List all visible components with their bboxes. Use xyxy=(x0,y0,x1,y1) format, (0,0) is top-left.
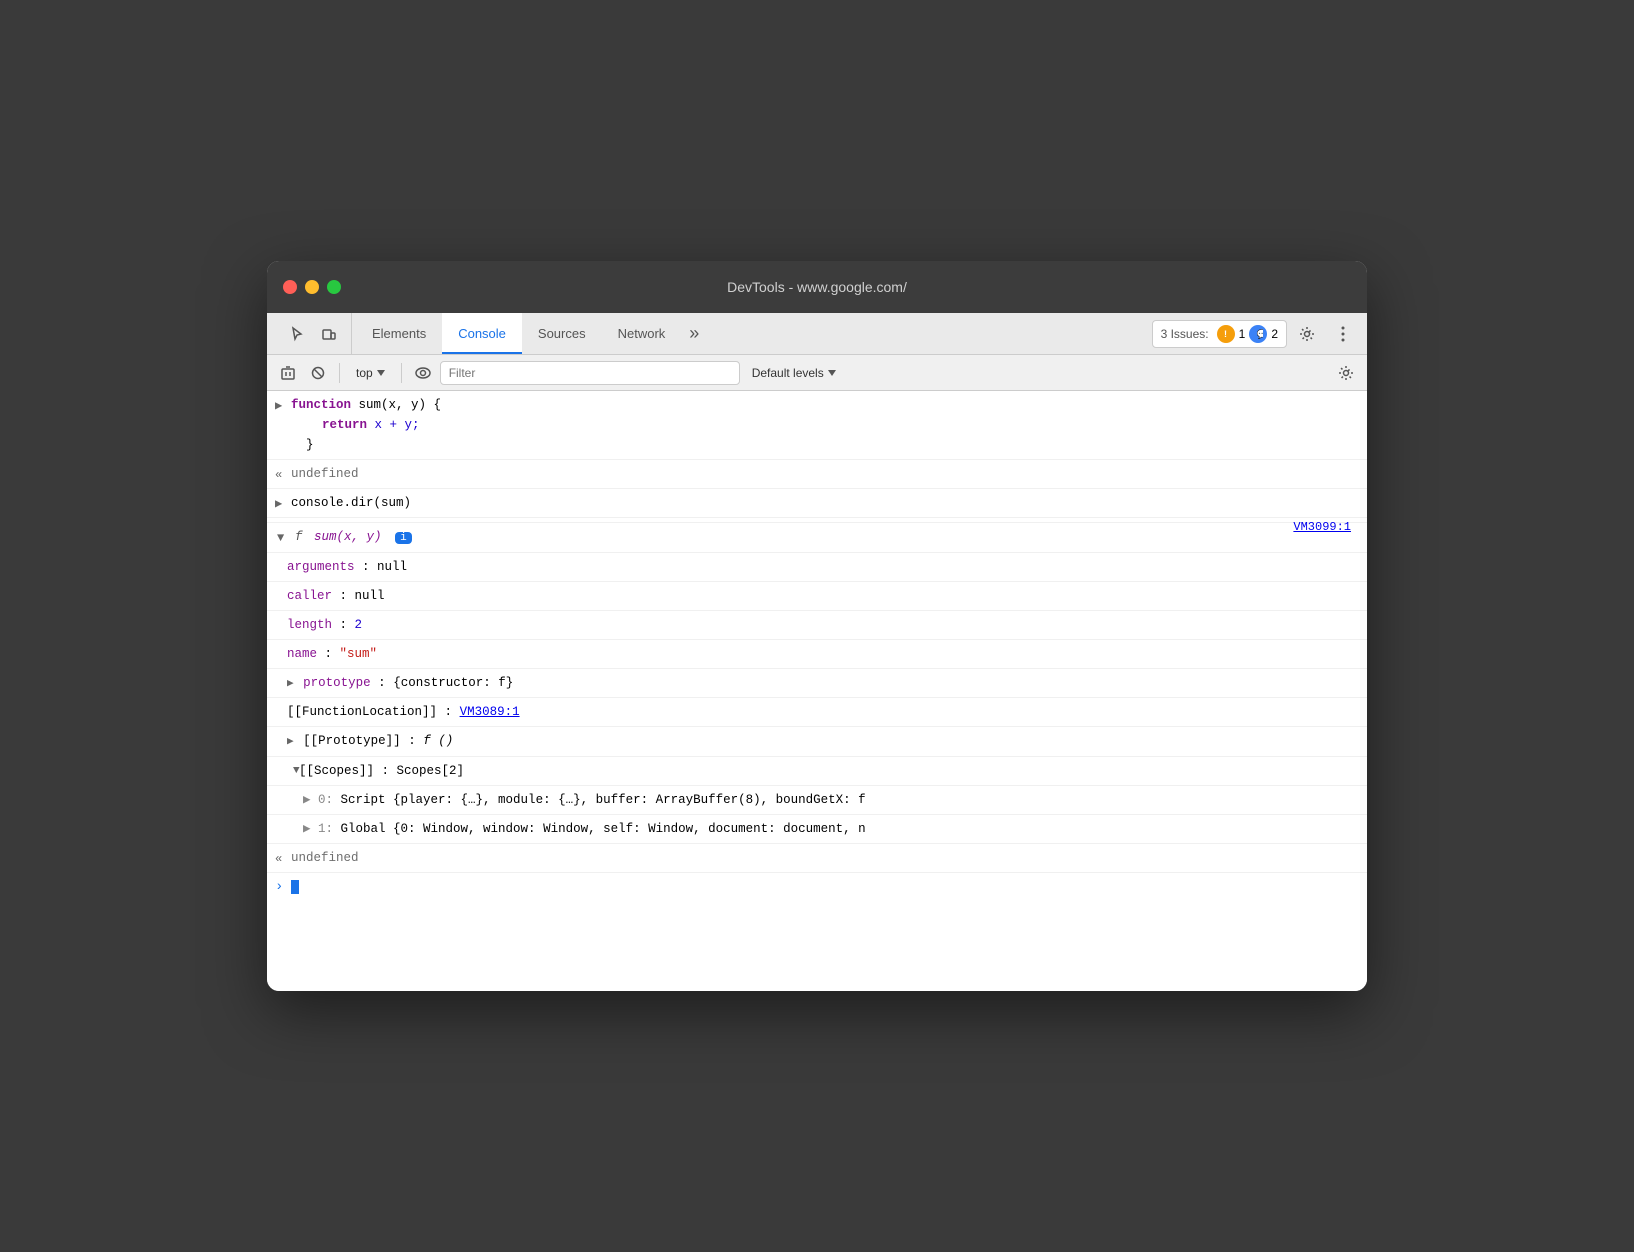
prop-scopes: ▼ [[Scopes]] : Scopes[2] xyxy=(267,757,1367,786)
devtools-window: DevTools - www.google.com/ Elements Cons… xyxy=(267,261,1367,991)
result-undefined-2: undefined xyxy=(291,851,359,865)
no-icon[interactable] xyxy=(305,360,331,386)
prop-label-name: name xyxy=(287,647,317,661)
maximize-button[interactable] xyxy=(327,280,341,294)
traffic-lights xyxy=(283,280,341,294)
return-line: return x + y; xyxy=(291,418,420,432)
issues-badge[interactable]: 3 Issues: ! 1 💬 2 xyxy=(1152,320,1287,348)
info-badge-btn[interactable]: i xyxy=(395,532,412,544)
proto2-expand[interactable]: ▶ xyxy=(287,736,294,748)
prop-value-arguments: null xyxy=(377,560,407,574)
console-entry-dir: ▶ console.dir(sum) xyxy=(267,489,1367,518)
function-name-1: sum(x, y) { xyxy=(359,398,442,412)
left-arrow-2: « xyxy=(275,850,282,869)
left-arrow: « xyxy=(275,466,282,485)
warn-count: 1 xyxy=(1239,327,1246,341)
scope-1-value: Global {0: Window, window: Window, self:… xyxy=(341,822,866,836)
more-options-button[interactable] xyxy=(1327,318,1359,350)
console-cursor xyxy=(291,880,299,894)
console-dir-code: console.dir(sum) xyxy=(291,496,411,510)
settings-button[interactable] xyxy=(1291,318,1323,350)
eye-button[interactable] xyxy=(410,360,436,386)
scope-0: ▶ 0: Script {player: {…}, module: {…}, b… xyxy=(267,786,1367,815)
tab-network[interactable]: Network xyxy=(602,313,682,354)
console-result-2: « undefined xyxy=(267,844,1367,873)
prop-label-arguments: arguments xyxy=(287,560,355,574)
svg-text:💬: 💬 xyxy=(1257,329,1264,339)
scope-1: ▶ 1: Global {0: Window, window: Window, … xyxy=(267,815,1367,844)
console-toolbar: top Default levels xyxy=(267,355,1367,391)
clear-console-button[interactable] xyxy=(275,360,301,386)
func-keyword-italic: f xyxy=(295,530,303,544)
console-entry-function-obj: ▼ f sum(x, y) i xyxy=(267,523,1367,553)
prop-name: name : "sum" xyxy=(267,640,1367,669)
result-undefined-1: undefined xyxy=(291,467,359,481)
svg-text:!: ! xyxy=(1224,329,1227,339)
func-name-italic: sum(x, y) xyxy=(314,530,382,544)
scopes-label: [[Scopes]] xyxy=(287,764,374,778)
filter-input[interactable] xyxy=(440,361,740,385)
issues-label: 3 Issues: xyxy=(1161,327,1209,341)
prop-value-prototype: {constructor: f} xyxy=(393,676,513,690)
levels-label: Default levels xyxy=(752,366,824,380)
levels-selector[interactable]: Default levels xyxy=(744,364,844,382)
expand-arrow-1[interactable]: ▶ xyxy=(275,397,282,416)
scopes-value: Scopes[2] xyxy=(397,764,465,778)
toolbar-divider2 xyxy=(401,363,402,383)
prop-value-length: 2 xyxy=(355,618,363,632)
prop-value-caller: null xyxy=(355,589,385,603)
console-result-1: « undefined xyxy=(267,460,1367,489)
info-badge: 💬 xyxy=(1249,325,1267,343)
function-location-label: [[FunctionLocation]] xyxy=(287,705,437,719)
prop-arguments: arguments : null xyxy=(267,553,1367,582)
tab-icon-group xyxy=(275,313,352,354)
cursor-icon[interactable] xyxy=(283,320,311,348)
minimize-button[interactable] xyxy=(305,280,319,294)
prop-function-location: [[FunctionLocation]] : VM3089:1 xyxy=(267,698,1367,727)
tabbar: Elements Console Sources Network » 3 Iss… xyxy=(267,313,1367,355)
expand-arrow-2[interactable]: ▶ xyxy=(275,495,282,514)
prop-label-prototype: prototype xyxy=(303,676,371,690)
input-chevron: › xyxy=(275,879,283,895)
prototype-expand[interactable]: ▶ xyxy=(287,678,294,690)
toolbar-divider xyxy=(339,363,340,383)
keyword-function: function xyxy=(291,398,351,412)
tab-right-actions: 3 Issues: ! 1 💬 2 xyxy=(1152,313,1359,354)
console-entry-function-def: ▶ function sum(x, y) { return x + y; } xyxy=(267,391,1367,460)
console-content: ▶ function sum(x, y) { return x + y; } «… xyxy=(267,391,1367,991)
prop-caller: caller : null xyxy=(267,582,1367,611)
context-selector[interactable]: top xyxy=(348,364,393,382)
console-settings-button[interactable] xyxy=(1333,360,1359,386)
prop-proto2: ▶ [[Prototype]] : f () xyxy=(267,727,1367,757)
more-tabs-button[interactable]: » xyxy=(681,313,707,354)
down-triangle[interactable]: ▼ xyxy=(277,529,284,548)
scopes-triangle[interactable]: ▼ xyxy=(293,763,300,781)
function-location-link[interactable]: VM3089:1 xyxy=(460,705,520,719)
prop-value-name: "sum" xyxy=(340,647,378,661)
tab-elements[interactable]: Elements xyxy=(356,313,442,354)
info-count: 2 xyxy=(1271,327,1278,341)
window-title: DevTools - www.google.com/ xyxy=(727,279,907,295)
console-input-row[interactable]: › xyxy=(267,873,1367,901)
prop-label-caller: caller xyxy=(287,589,332,603)
scope-1-label: ▶ 1: xyxy=(303,822,341,836)
scope-0-label: ▶ 0: xyxy=(303,793,341,807)
titlebar: DevTools - www.google.com/ xyxy=(267,261,1367,313)
proto2-value: f () xyxy=(423,734,453,748)
prop-length: length : 2 xyxy=(267,611,1367,640)
prop-label-length: length xyxy=(287,618,332,632)
warn-badge: ! xyxy=(1217,325,1235,343)
scope-0-value: Script {player: {…}, module: {…}, buffer… xyxy=(341,793,866,807)
prop-prototype: ▶ prototype : {constructor: f} xyxy=(267,669,1367,699)
context-label: top xyxy=(356,366,373,380)
close-button[interactable] xyxy=(283,280,297,294)
tab-console[interactable]: Console xyxy=(442,313,522,354)
proto2-label: [[Prototype]] xyxy=(303,734,401,748)
closing-brace: } xyxy=(291,438,314,452)
device-toggle-icon[interactable] xyxy=(315,320,343,348)
tab-sources[interactable]: Sources xyxy=(522,313,602,354)
